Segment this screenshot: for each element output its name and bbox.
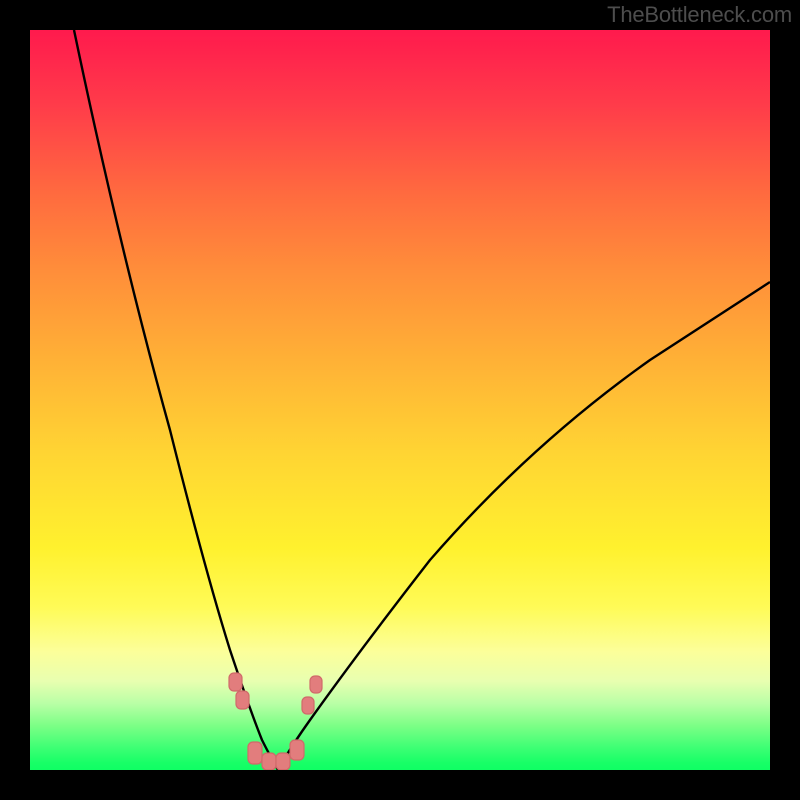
marker-8 xyxy=(310,676,322,693)
marker-5 xyxy=(276,753,290,770)
marker-3 xyxy=(248,742,262,764)
plot-area xyxy=(30,30,770,770)
marker-6 xyxy=(290,740,304,760)
right-branch-path xyxy=(278,282,770,770)
marker-1 xyxy=(229,673,242,691)
marker-4 xyxy=(262,753,276,770)
marker-2 xyxy=(236,691,249,709)
left-branch-path xyxy=(74,30,278,770)
chart-frame: TheBottleneck.com xyxy=(0,0,800,800)
curve-layer xyxy=(30,30,770,770)
watermark-text: TheBottleneck.com xyxy=(607,2,792,28)
marker-7 xyxy=(302,697,314,714)
